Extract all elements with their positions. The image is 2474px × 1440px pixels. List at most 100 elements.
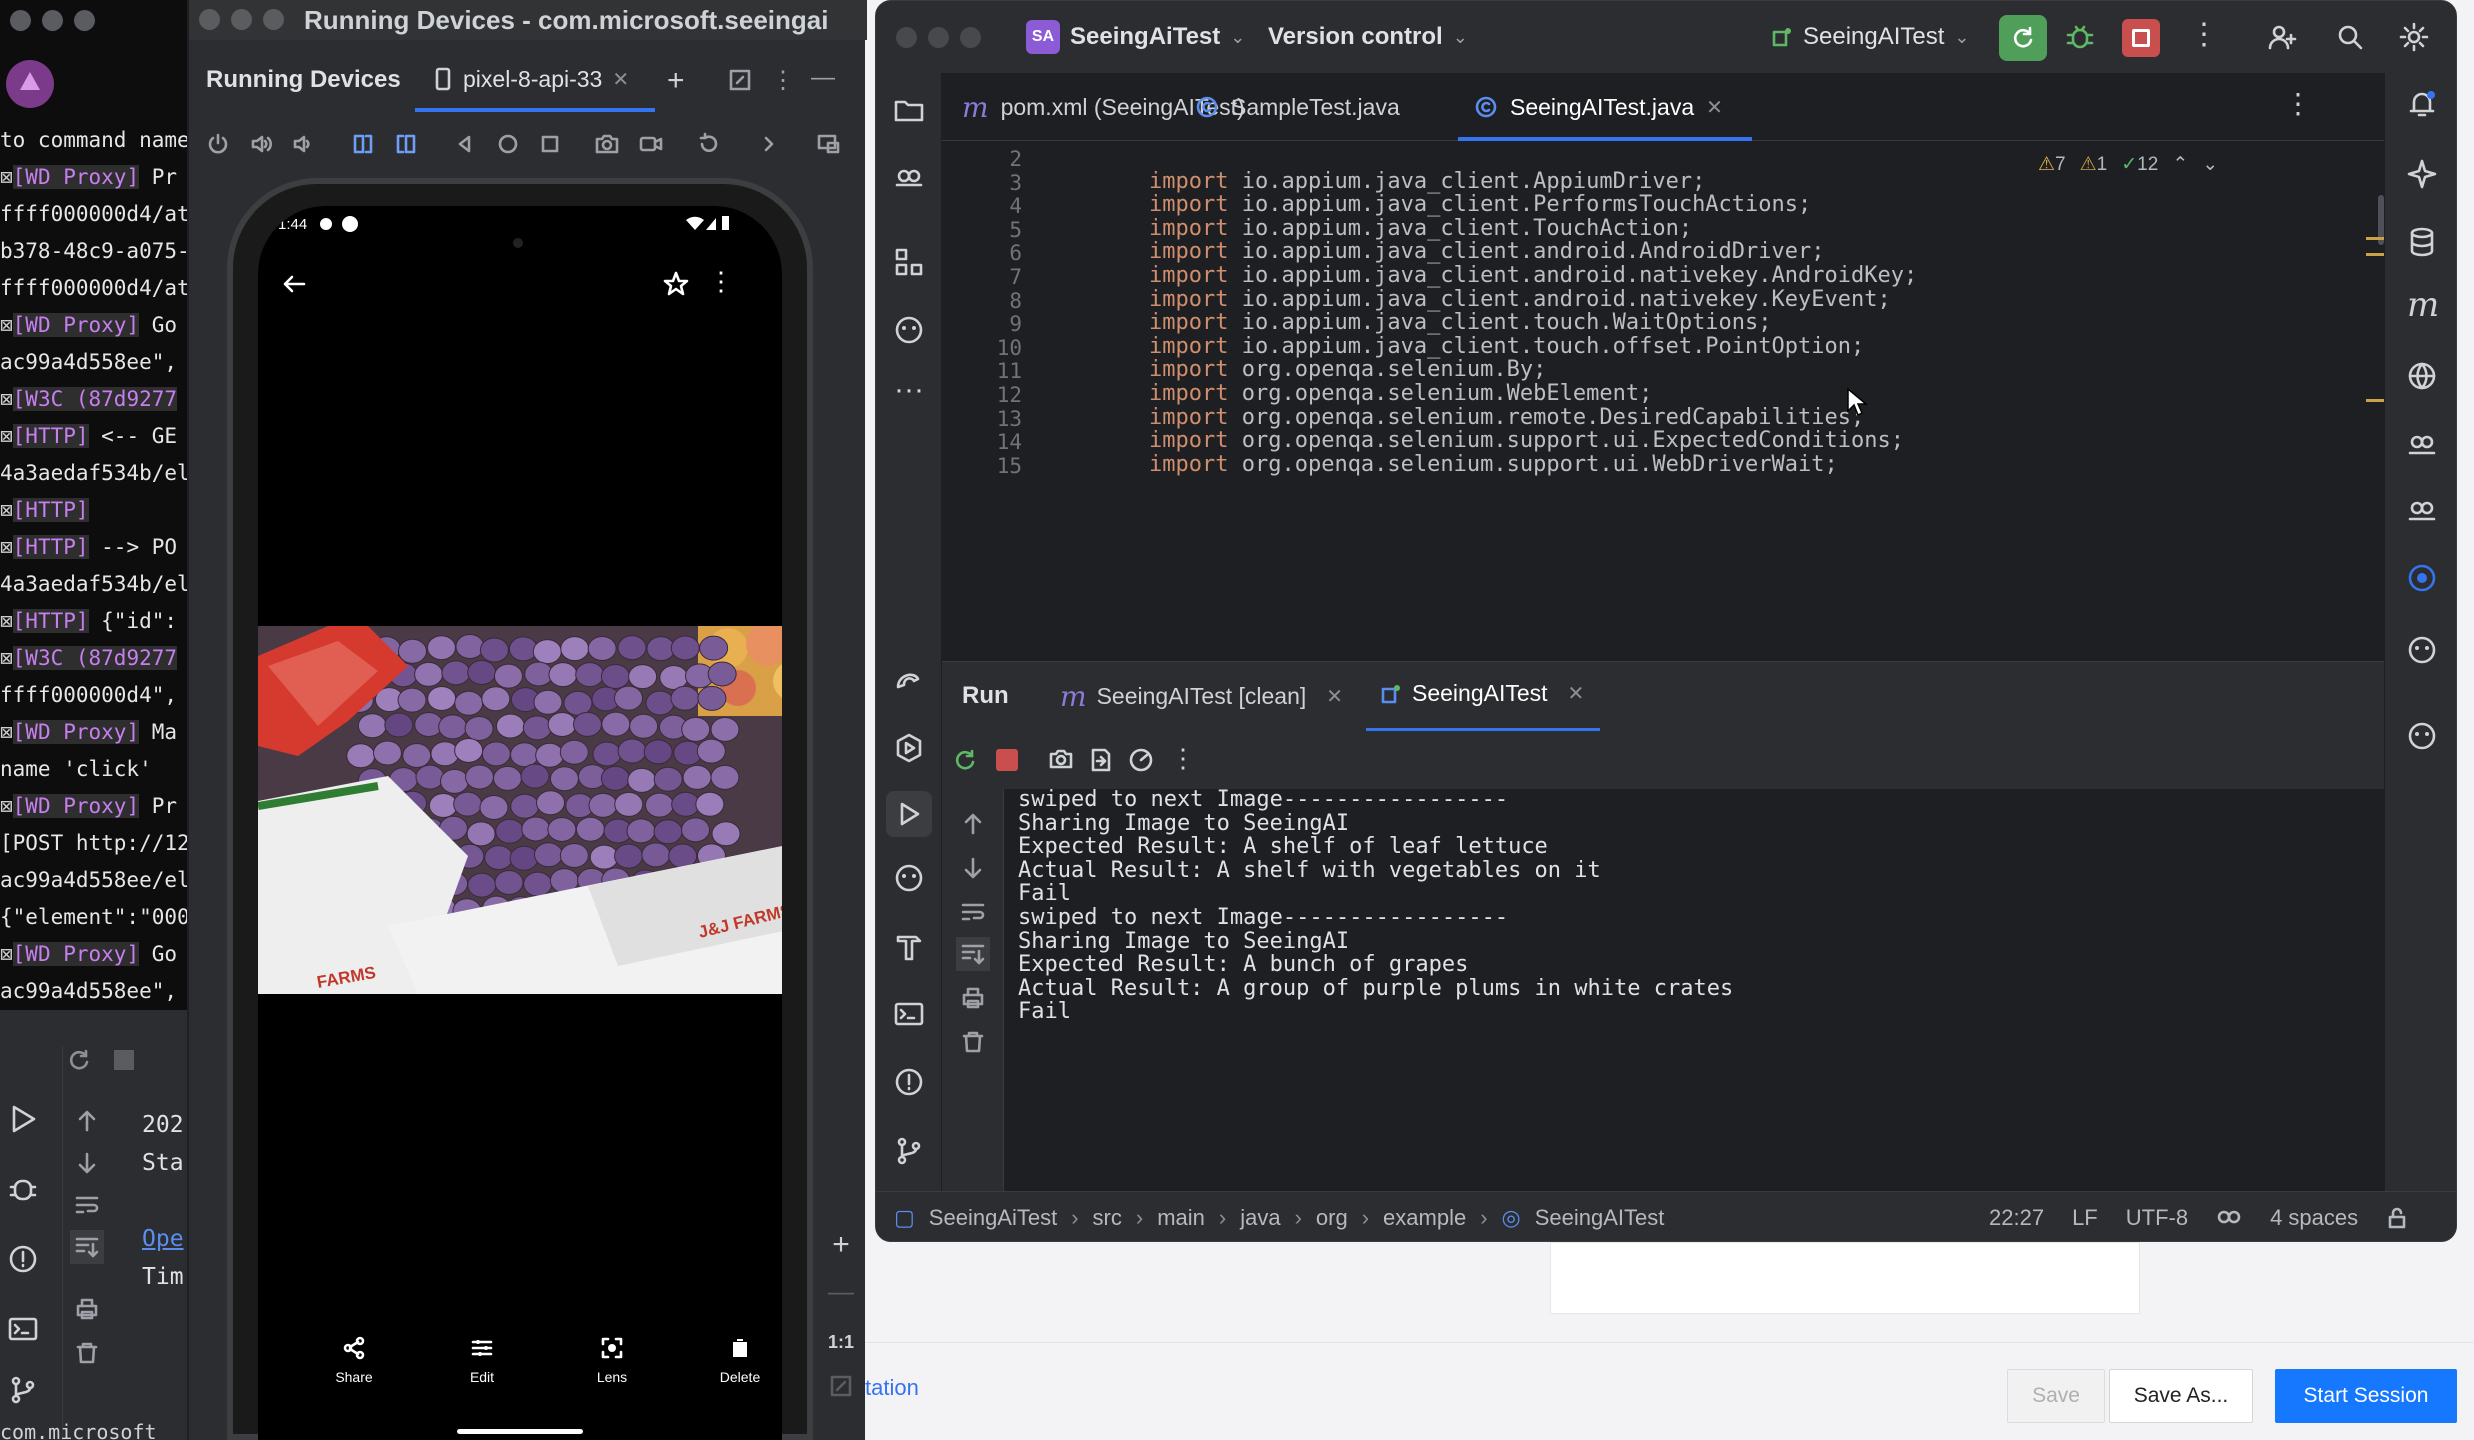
problems-tool-icon[interactable] xyxy=(892,1065,926,1099)
breadcrumb-item[interactable]: SeeingAITest xyxy=(1535,1205,1665,1231)
phone-screen[interactable]: 1:44 ⋮ J&J FARMS FARMS Share Edit Lens D… xyxy=(258,206,782,1440)
window-close-dot[interactable] xyxy=(199,9,220,30)
window-zoom-dot[interactable] xyxy=(74,10,95,31)
git-tool-icon[interactable] xyxy=(6,1372,40,1406)
print-icon[interactable] xyxy=(74,1296,100,1322)
share-button[interactable]: Share xyxy=(318,1336,390,1385)
code-editor[interactable]: 2 3 import io.appium.java_client.AppiumDri… xyxy=(942,141,2384,661)
line-separator[interactable]: LF xyxy=(2072,1205,2098,1231)
more-icon[interactable]: ⋮ xyxy=(708,266,734,297)
close-tab-icon[interactable]: ✕ xyxy=(612,67,629,92)
power-icon[interactable] xyxy=(206,132,230,156)
back-arrow-icon[interactable] xyxy=(280,270,308,298)
problems-tool-icon[interactable] xyxy=(6,1242,40,1276)
build-hammer-icon[interactable] xyxy=(892,929,926,963)
lens-button[interactable]: Lens xyxy=(576,1336,648,1385)
vcs-selector[interactable]: Version control ⌄ xyxy=(1268,23,1468,51)
delete-button[interactable]: Delete xyxy=(704,1336,776,1385)
inspection-widget[interactable]: ⚠7 ⚠1 ✓12 ⌃ ⌄ xyxy=(2038,153,2218,176)
chevron-right-icon[interactable] xyxy=(759,132,779,156)
more-actions-icon[interactable]: ⋮ xyxy=(2189,17,2219,52)
debug-icon[interactable] xyxy=(2064,21,2096,53)
rotate-left-icon[interactable] xyxy=(351,132,375,156)
window-close-dot[interactable] xyxy=(10,10,31,31)
more-options-icon[interactable]: ⋮ xyxy=(771,66,795,95)
scroll-to-end-icon[interactable] xyxy=(70,1230,104,1264)
close-tab-icon[interactable]: ✕ xyxy=(1326,684,1343,709)
chevron-down-icon[interactable]: ⌄ xyxy=(2202,153,2218,176)
file-encoding[interactable]: UTF-8 xyxy=(2126,1205,2188,1231)
window-minimize-dot[interactable] xyxy=(231,9,252,30)
expand-icon[interactable] xyxy=(728,68,752,92)
trash-icon[interactable] xyxy=(74,1340,100,1366)
add-device-icon[interactable]: + xyxy=(667,64,685,98)
add-user-icon[interactable] xyxy=(2266,21,2298,53)
run-tool-icon[interactable] xyxy=(6,1102,40,1136)
copilot-agent-icon[interactable] xyxy=(2405,493,2439,527)
start-session-button[interactable]: Start Session xyxy=(2275,1369,2457,1423)
export-icon[interactable] xyxy=(1088,747,1114,773)
screenshot-icon[interactable] xyxy=(1048,747,1074,771)
notifications-bell-icon[interactable] xyxy=(2405,87,2439,121)
close-tab-icon[interactable]: ✕ xyxy=(1568,681,1585,706)
stop-button[interactable] xyxy=(2122,19,2160,57)
save-as-button[interactable]: Save As... xyxy=(2109,1369,2253,1423)
indent-setting[interactable]: 4 spaces xyxy=(2270,1205,2358,1231)
volume-down-icon[interactable] xyxy=(292,132,316,156)
rotate-right-icon[interactable] xyxy=(394,132,418,156)
copilot-chat-icon[interactable] xyxy=(2405,427,2439,461)
git-tool-icon[interactable] xyxy=(892,1133,926,1167)
scroll-up-icon[interactable] xyxy=(960,811,986,837)
scroll-up-icon[interactable] xyxy=(74,1108,100,1134)
zoom-in-icon[interactable]: + xyxy=(821,1228,861,1272)
zoom-out-icon[interactable]: — xyxy=(821,1276,861,1320)
bot-icon[interactable] xyxy=(2405,719,2439,753)
gradle-icon[interactable] xyxy=(892,663,926,697)
tab-options-icon[interactable]: ⋮ xyxy=(2284,87,2312,120)
tab-seeingaitest[interactable]: SeeingAITest.java ✕ xyxy=(1474,73,1723,141)
breadcrumb-item[interactable]: example xyxy=(1383,1205,1466,1231)
documentation-link[interactable]: tation xyxy=(865,1375,919,1401)
terminal-tool-icon[interactable] xyxy=(892,997,926,1031)
reset-icon[interactable] xyxy=(697,132,721,156)
soft-wrap-icon[interactable] xyxy=(960,899,986,925)
window-zoom-dot[interactable] xyxy=(263,9,284,30)
back-icon[interactable] xyxy=(453,132,477,156)
rerun-button[interactable] xyxy=(1999,15,2047,61)
window-minimize-dot[interactable] xyxy=(42,10,63,31)
database-icon[interactable] xyxy=(2405,225,2439,259)
breadcrumb-item[interactable]: main xyxy=(1157,1205,1205,1231)
web-globe-icon[interactable] xyxy=(2405,359,2439,393)
rerun-icon[interactable] xyxy=(952,747,978,773)
settings-gear-icon[interactable] xyxy=(2398,21,2430,53)
run-tab-seeingaitest[interactable]: SeeingAITest ✕ xyxy=(1380,680,1584,707)
terminal-tool-icon[interactable] xyxy=(6,1312,40,1346)
device-manager-icon[interactable] xyxy=(2405,561,2439,595)
screenshot-icon[interactable] xyxy=(594,132,620,156)
console-output[interactable]: swiped to next Image----------------- Sha… xyxy=(1004,789,2384,1191)
debug-tool-icon[interactable] xyxy=(6,1172,40,1206)
run-tab-clean[interactable]: m SeeingAITest [clean] ✕ xyxy=(1060,680,1343,713)
bot-icon[interactable] xyxy=(2405,633,2439,667)
copilot-icon[interactable] xyxy=(892,159,926,193)
run-config-selector[interactable]: SeeingAITest ⌄ xyxy=(1771,23,1970,51)
profiler-icon[interactable] xyxy=(1128,747,1154,773)
output-link[interactable]: Ope xyxy=(142,1220,184,1258)
window-zoom-dot[interactable] xyxy=(960,27,981,48)
gesture-bar[interactable] xyxy=(457,1429,583,1434)
scroll-to-end-icon[interactable] xyxy=(956,937,990,971)
search-icon[interactable] xyxy=(2334,21,2366,53)
more-tools-icon[interactable]: ··· xyxy=(894,373,924,407)
overview-icon[interactable] xyxy=(538,132,562,156)
project-selector[interactable]: SA SeeingAiTest ⌄ xyxy=(1026,17,1245,57)
stop-icon[interactable] xyxy=(996,749,1018,771)
window-close-dot[interactable] xyxy=(896,27,917,48)
device-tab[interactable]: pixel-8-api-33 ✕ xyxy=(433,54,667,104)
edit-button[interactable]: Edit xyxy=(446,1336,518,1385)
scroll-down-icon[interactable] xyxy=(74,1150,100,1176)
soft-wrap-icon[interactable] xyxy=(74,1192,100,1218)
volume-up-icon[interactable] xyxy=(250,132,274,156)
run-tool-button[interactable] xyxy=(886,791,932,837)
close-tab-icon[interactable]: ✕ xyxy=(1706,95,1723,120)
favorite-star-icon[interactable] xyxy=(662,270,690,298)
